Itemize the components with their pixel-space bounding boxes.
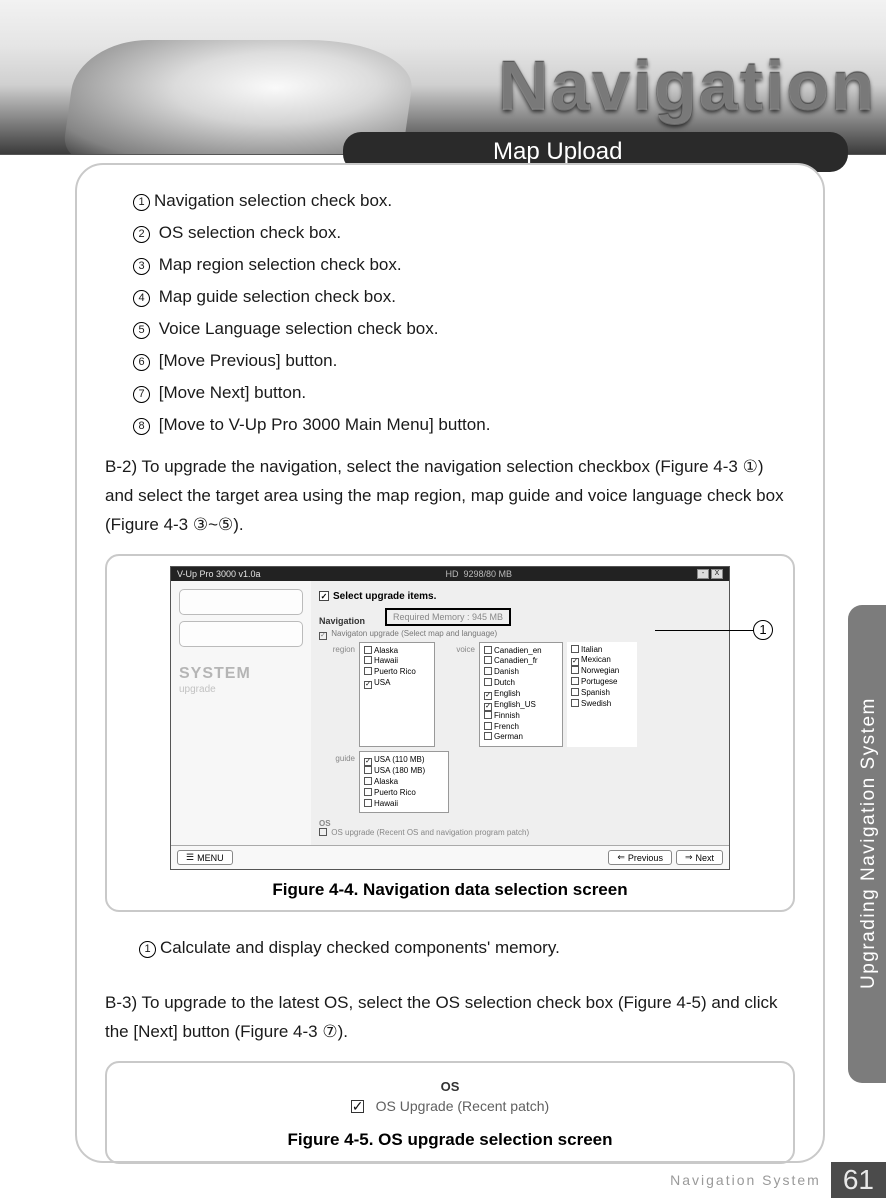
checklist-item[interactable]: Norwegian (571, 666, 633, 677)
voice-label: voice (439, 642, 475, 748)
figure-4-5-caption: Figure 4-5. OS upgrade selection screen (117, 1130, 783, 1150)
sidebar-tab[interactable] (179, 589, 303, 615)
para-body: To upgrade to the latest OS, select the … (105, 993, 777, 1041)
checklist-item[interactable]: Alaska (364, 646, 430, 657)
checklist-item[interactable]: Alaska (364, 777, 444, 788)
navigation-title-graphic: Navigation (498, 45, 876, 125)
numbered-list: 1Navigation selection check box. 2 OS se… (133, 191, 795, 435)
circled-number-icon: 4 (133, 290, 150, 307)
checklist-item[interactable]: Hawaii (364, 799, 444, 810)
voice-checklist-2[interactable]: Italian✓MexicanNorwegianPortugeseSpanish… (567, 642, 637, 748)
check-icon: ✓ (319, 591, 329, 601)
os-checkbox-icon[interactable] (351, 1100, 364, 1113)
list-item: 1Navigation selection check box. (133, 191, 795, 211)
circled-number-icon: 1 (133, 194, 150, 211)
page-number: 61 (831, 1162, 886, 1198)
list-item: 8 [Move to V-Up Pro 3000 Main Menu] butt… (133, 415, 795, 435)
window-title: V-Up Pro 3000 v1.0a (177, 569, 261, 579)
checklist-item[interactable]: Hawaii (364, 656, 430, 667)
circled-number-icon: 5 (133, 322, 150, 339)
sidebar-brand: SYSTEMupgrade (179, 667, 303, 696)
checklist-item[interactable]: Canadien_fr (484, 656, 558, 667)
guide-checklist[interactable]: ✓USA (110 MB)USA (180 MB)AlaskaPuerto Ri… (359, 751, 449, 813)
checklist-item[interactable]: ✓USA (110 MB) (364, 755, 444, 766)
checkbox-icon[interactable] (319, 828, 327, 836)
circled-number-icon: 3 (133, 258, 150, 275)
paragraph-b2: B-2) To upgrade the navigation, select t… (105, 453, 795, 540)
circled-number-icon: 1 (139, 941, 156, 958)
nav-upgrade-line: Navigaton upgrade (Select map and langua… (331, 629, 497, 638)
window-footer: ☰ MENU ⇐ Previous ⇒ Next (171, 845, 729, 869)
window-buttons: - X (697, 569, 723, 579)
os-upgrade-line: OS upgrade (Recent OS and navigation pro… (331, 828, 529, 837)
side-rail: Upgrading Navigation System (848, 605, 886, 1083)
para-lead: B-3) (105, 993, 142, 1012)
checklist-item[interactable]: ✓USA (364, 678, 430, 689)
select-upgrade-header: ✓ Select upgrade items. (319, 591, 721, 602)
window-titlebar: V-Up Pro 3000 v1.0a HD 9298/80 MB - X (171, 567, 729, 581)
hd-indicator: HD 9298/80 MB (446, 569, 513, 579)
figure-4-4-caption: Figure 4-4. Navigation data selection sc… (117, 880, 783, 900)
sub-item-1: 1Calculate and display checked component… (139, 934, 795, 963)
page-footer: Navigation System 61 (670, 1162, 886, 1198)
section-tab-label: Map Upload (493, 138, 622, 166)
checklist-item[interactable]: Danish (484, 667, 558, 678)
menu-button[interactable]: ☰ MENU (177, 850, 233, 865)
list-item: 6 [Move Previous] button. (133, 351, 795, 371)
callout-number-1: 1 (753, 620, 773, 640)
navigation-label: Navigation (319, 616, 365, 626)
sidebar-tab[interactable] (179, 621, 303, 647)
checklist-item[interactable]: ✓Mexican (571, 655, 633, 666)
checklist-item[interactable]: French (484, 722, 558, 733)
side-rail-label: Upgrading Navigation System (858, 699, 880, 989)
checklist-item[interactable]: Puerto Rico (364, 667, 430, 678)
os-section-label: OS (319, 819, 331, 828)
next-button[interactable]: ⇒ Next (676, 850, 723, 865)
voice-checklist-1[interactable]: Canadien_enCanadien_frDanishDutch✓Englis… (479, 642, 563, 748)
list-item: 4 Map guide selection check box. (133, 287, 795, 307)
os-upgrade-text: OS Upgrade (Recent patch) (376, 1098, 550, 1114)
circled-number-icon: 7 (133, 386, 150, 403)
checklist-item[interactable]: Puerto Rico (364, 788, 444, 799)
checklist-item[interactable]: German (484, 732, 558, 743)
region-checklist[interactable]: AlaskaHawaiiPuerto Rico✓USA (359, 642, 435, 748)
circled-number-icon: 6 (133, 354, 150, 371)
content-frame: 1Navigation selection check box. 2 OS se… (75, 163, 825, 1163)
previous-button[interactable]: ⇐ Previous (608, 850, 672, 865)
checklist-item[interactable]: Spanish (571, 688, 633, 699)
checklist-item[interactable]: USA (180 MB) (364, 766, 444, 777)
window-main: ✓ Select upgrade items. Navigation Requi… (311, 581, 729, 846)
checklist-item[interactable]: Finnish (484, 711, 558, 722)
list-item: 5 Voice Language selection check box. (133, 319, 795, 339)
para-body: To upgrade the navigation, select the na… (105, 457, 784, 534)
circled-number-icon: 2 (133, 226, 150, 243)
para-lead: B-2) (105, 457, 142, 476)
circled-number-icon: 8 (133, 418, 150, 435)
checklist-item[interactable]: Canadien_en (484, 646, 558, 657)
checklist-item[interactable]: ✓English_US (484, 700, 558, 711)
figure-4-5-box: OS OS Upgrade (Recent patch) Figure 4-5.… (105, 1061, 795, 1164)
checklist-item[interactable]: Dutch (484, 678, 558, 689)
list-item: 3 Map region selection check box. (133, 255, 795, 275)
callout-leader-line (655, 630, 755, 631)
checklist-item[interactable]: Italian (571, 645, 633, 656)
list-item: 7 [Move Next] button. (133, 383, 795, 403)
vup-pro-window: V-Up Pro 3000 v1.0a HD 9298/80 MB - X SY… (170, 566, 730, 871)
os-heading: OS (117, 1079, 783, 1094)
footer-label: Navigation System (670, 1172, 821, 1188)
checklist-item[interactable]: ✓English (484, 689, 558, 700)
window-sidebar: SYSTEMupgrade (171, 581, 311, 846)
list-item: 2 OS selection check box. (133, 223, 795, 243)
figure-4-4-box: V-Up Pro 3000 v1.0a HD 9298/80 MB - X SY… (105, 554, 795, 913)
guide-label: guide (319, 751, 355, 813)
paragraph-b3: B-3) To upgrade to the latest OS, select… (105, 989, 795, 1047)
checklist-item[interactable]: Portugese (571, 677, 633, 688)
required-memory-box: Required Memory : 945 MB (385, 608, 511, 626)
checklist-item[interactable]: Swedish (571, 699, 633, 710)
checkbox-icon[interactable]: ✓ (319, 632, 327, 640)
region-label: region (319, 642, 355, 748)
minimize-icon[interactable]: - (697, 569, 709, 579)
close-icon[interactable]: X (711, 569, 723, 579)
